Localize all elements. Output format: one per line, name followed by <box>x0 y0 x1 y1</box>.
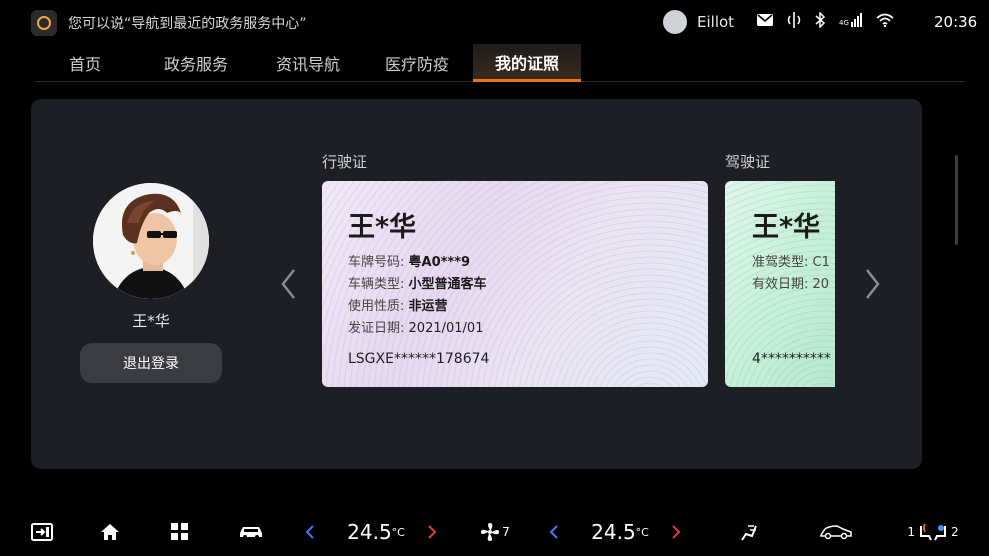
wifi-icon <box>876 13 894 27</box>
seat-heating-cooling-icon <box>920 523 946 541</box>
status-bar: 您可以说“导航到最近的政务服务中心” Eillot 4G 20:36 <box>0 0 989 44</box>
card-row: 发证日期: 2021/01/01 <box>348 321 484 336</box>
vin-number: LSGXE******178674 <box>348 351 490 367</box>
left-temp-up-button[interactable] <box>424 520 440 544</box>
voice-hint: 您可以说“导航到最近的政务服务中心” <box>68 16 307 32</box>
vehicle-license-card[interactable]: 王*华 车牌号码: 粤A0***9 车辆类型: 小型普通客车 使用性质: 非运营… <box>322 181 708 387</box>
right-temp-up-button[interactable] <box>668 520 684 544</box>
screen-switch-button[interactable] <box>30 520 54 544</box>
seat-climate-button[interactable]: 1 2 <box>906 520 960 544</box>
fan-icon <box>481 523 500 541</box>
tab-my-licenses[interactable]: 我的证照 <box>473 44 581 82</box>
user-name: Eillot <box>697 13 735 31</box>
next-card-button[interactable] <box>862 267 882 301</box>
top-tab-bar: 首页 政务服务 资讯导航 医疗防疫 我的证照 <box>35 44 965 82</box>
home-button[interactable] <box>98 520 122 544</box>
driver-license-card[interactable]: 王*华 准驾类型: C1 有效日期: 20 4********** <box>725 181 835 387</box>
card-row: 准驾类型: C1 <box>752 255 830 270</box>
profile-name: 王*华 <box>132 312 170 330</box>
card-row: 车牌号码: 粤A0***9 <box>348 255 471 270</box>
fan-level: 7 <box>502 525 510 539</box>
left-temp-down-button[interactable] <box>302 520 318 544</box>
profile-avatar <box>93 183 209 299</box>
chevron-left-icon <box>281 269 295 299</box>
fan-speed-button[interactable]: 7 <box>478 520 512 544</box>
licenses-panel: 王*华 退出登录 行驶证 驾驶证 王*华 车牌号码: 粤A0***9 车辆类型:… <box>31 99 922 469</box>
card-row: 使用性质: 非运营 <box>348 299 448 314</box>
chevron-right-icon <box>428 525 437 539</box>
car-outline-icon <box>820 525 852 540</box>
card-row: 有效日期: 20 <box>752 277 830 292</box>
card-holder-name: 王*华 <box>752 212 821 243</box>
signal-label: 4G <box>839 19 849 27</box>
chevron-right-icon <box>672 525 681 539</box>
bottom-dock: 24.5 °C 7 24.5 °C 1 2 <box>0 506 989 556</box>
tab-home[interactable]: 首页 <box>45 44 125 82</box>
screen-switch-icon <box>31 523 53 541</box>
scrollbar[interactable] <box>955 155 958 245</box>
apps-grid-icon <box>171 523 188 540</box>
car-mode-button[interactable] <box>818 520 854 544</box>
airflow-seat-icon <box>741 525 757 541</box>
clock: 20:36 <box>934 13 978 31</box>
prev-card-button[interactable] <box>279 267 299 301</box>
airflow-button[interactable] <box>736 520 762 544</box>
vehicle-button[interactable] <box>237 520 265 544</box>
cellular-signal-icon: 4G <box>839 13 862 27</box>
license-number: 4********** <box>752 351 831 367</box>
seat-left-level: 1 <box>907 525 915 539</box>
driver-license-title: 驾驶证 <box>725 153 771 171</box>
card-holder-name: 王*华 <box>348 212 417 243</box>
logout-button[interactable]: 退出登录 <box>80 343 222 383</box>
bluetooth-icon <box>815 12 825 28</box>
left-temperature: 24.5 °C <box>347 520 405 544</box>
right-temp-down-button[interactable] <box>546 520 562 544</box>
status-icons: 4G <box>757 12 894 28</box>
wireless-charging-icon <box>787 12 801 28</box>
chevron-left-icon <box>549 525 558 539</box>
user-avatar-icon <box>663 10 687 34</box>
card-row: 车辆类型: 小型普通客车 <box>348 277 487 292</box>
right-temperature: 24.5 °C <box>591 520 649 544</box>
user-account[interactable]: Eillot <box>663 10 734 34</box>
tab-info-navigation[interactable]: 资讯导航 <box>262 44 354 82</box>
car-icon <box>240 527 262 539</box>
tab-medical[interactable]: 医疗防疫 <box>371 44 463 82</box>
chevron-right-icon <box>866 269 880 299</box>
message-icon <box>757 14 773 26</box>
assistant-logo-icon[interactable] <box>31 10 57 36</box>
apps-button[interactable] <box>168 520 192 544</box>
seat-right-level: 2 <box>951 525 959 539</box>
chevron-left-icon <box>305 525 314 539</box>
avatar-illustration <box>93 183 209 299</box>
tab-government-services[interactable]: 政务服务 <box>150 44 242 82</box>
home-icon <box>101 524 119 540</box>
vehicle-license-title: 行驶证 <box>322 153 368 171</box>
